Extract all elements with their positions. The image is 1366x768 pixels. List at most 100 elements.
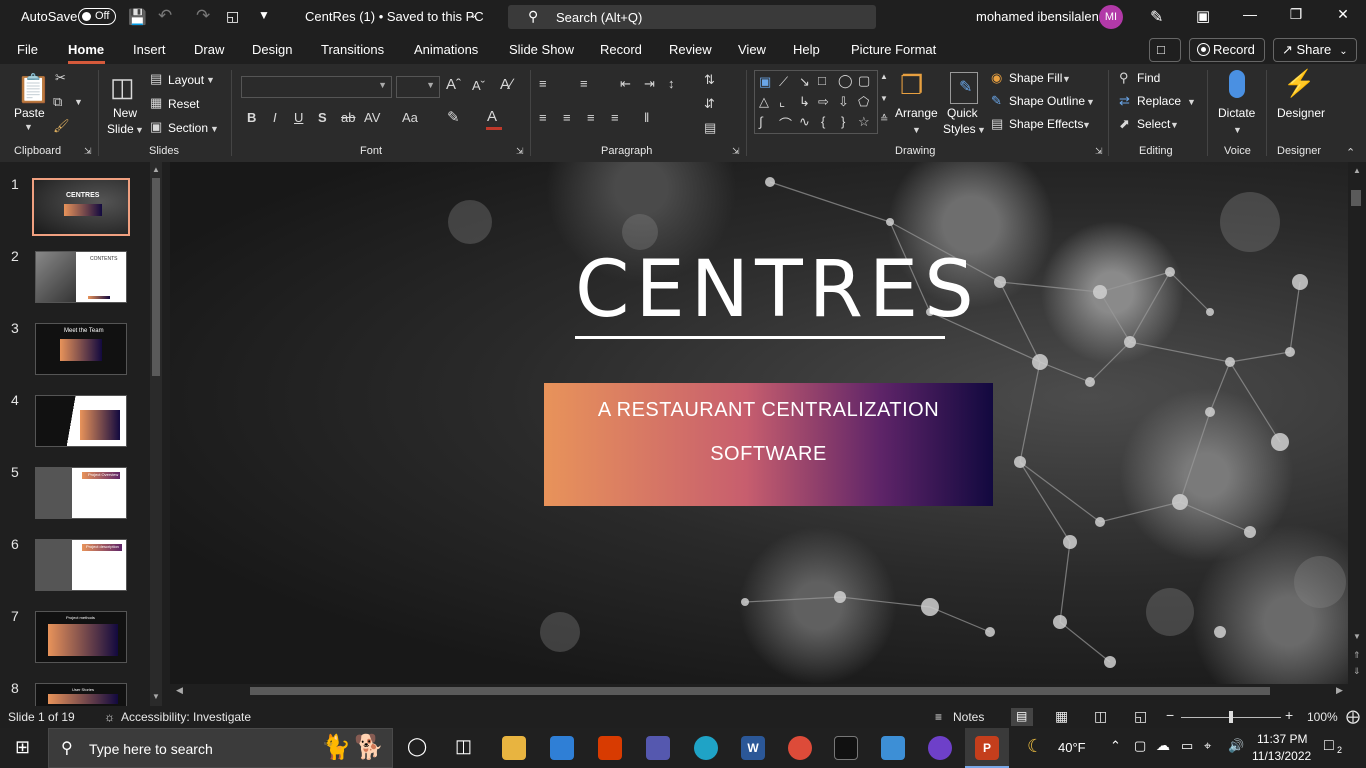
- shapes-gallery[interactable]: ▣ ⟋ ↘ □ ◯ ▢ △ ⌞ ↳ ⇨ ⇩ ⬠ ∫ ⌒ ∿ { } ☆: [754, 70, 878, 134]
- character-spacing-button[interactable]: AV: [364, 110, 380, 125]
- slide-title[interactable]: CENTRES: [575, 244, 974, 336]
- volume-icon[interactable]: 🔊: [1228, 738, 1244, 754]
- restore-icon[interactable]: ❐: [1286, 6, 1306, 26]
- zoom-out-button[interactable]: −: [1166, 707, 1174, 723]
- text-direction-icon[interactable]: ⇅: [704, 72, 715, 88]
- microsoft-store-icon[interactable]: [550, 736, 574, 760]
- quick-styles-icon[interactable]: ✎: [950, 72, 978, 104]
- designer-icon[interactable]: ⚡: [1283, 68, 1315, 99]
- scroll-down-icon[interactable]: ▼: [152, 692, 160, 701]
- minimize-icon[interactable]: —: [1240, 6, 1260, 26]
- section-button[interactable]: Section: [168, 121, 208, 135]
- tab-transitions[interactable]: Transitions: [321, 42, 384, 57]
- tab-slide-show[interactable]: Slide Show: [509, 42, 574, 57]
- pentagon-shape-icon[interactable]: ⬠: [858, 94, 869, 110]
- shape-fill-chevron-icon[interactable]: ▼: [1062, 74, 1071, 84]
- underline-button[interactable]: U: [294, 110, 303, 125]
- meet-now-icon[interactable]: ▢: [1134, 738, 1146, 754]
- down-arrow-shape-icon[interactable]: ⇩: [838, 94, 849, 110]
- decrease-indent-icon[interactable]: ⇤: [620, 76, 631, 92]
- new-slide-button[interactable]: New: [113, 106, 137, 120]
- replace-chevron-icon[interactable]: ▼: [1187, 97, 1196, 107]
- task-view-icon[interactable]: ◫: [455, 736, 472, 757]
- arrange-button[interactable]: Arrange: [895, 106, 938, 120]
- zoom-slider-thumb[interactable]: [1229, 711, 1233, 723]
- clear-formatting-icon[interactable]: A∕: [500, 76, 513, 93]
- pen-icon[interactable]: ✎: [1150, 7, 1163, 27]
- italic-button[interactable]: I: [273, 110, 277, 125]
- slide-thumbnail[interactable]: CENTRES: [32, 178, 130, 236]
- drawing-launcher-icon[interactable]: ⇲: [1095, 146, 1103, 157]
- slide-thumbnail[interactable]: CONTENTS: [35, 251, 127, 303]
- edge-icon[interactable]: [694, 736, 718, 760]
- rectangle-shape-icon[interactable]: □: [818, 73, 826, 88]
- taskbar-search-input[interactable]: ⚲ Type here to search 🐈 🐕: [48, 728, 393, 768]
- terminal-icon[interactable]: [834, 736, 858, 760]
- designer-button[interactable]: Designer: [1277, 106, 1325, 120]
- zoom-in-button[interactable]: +: [1285, 707, 1293, 723]
- chrome-icon[interactable]: [788, 736, 812, 760]
- customize-qat-icon[interactable]: ▼: [258, 8, 270, 22]
- scroll-down-icon[interactable]: ▼: [1353, 632, 1361, 641]
- replace-button[interactable]: Replace: [1137, 94, 1181, 108]
- reading-view-icon[interactable]: ◫: [1094, 708, 1107, 725]
- scroll-right-icon[interactable]: ▶: [1336, 685, 1343, 696]
- change-case-button[interactable]: Aa: [402, 110, 418, 125]
- shape-effects-button[interactable]: Shape Effects: [1009, 117, 1084, 131]
- gallery-up-icon[interactable]: ▲: [880, 72, 888, 81]
- clipboard-launcher-icon[interactable]: ⇲: [84, 146, 92, 157]
- zoom-level[interactable]: 100%: [1307, 710, 1338, 724]
- battery-icon[interactable]: ▭: [1181, 738, 1193, 754]
- slide-sorter-icon[interactable]: ▦: [1055, 708, 1068, 725]
- tab-file[interactable]: File: [17, 42, 38, 57]
- save-icon[interactable]: 💾: [128, 8, 147, 26]
- rounded-rectangle-shape-icon[interactable]: ▢: [858, 73, 870, 89]
- tab-home[interactable]: Home: [68, 42, 104, 57]
- arc-shape-icon[interactable]: ⌒: [779, 114, 792, 133]
- section-chevron-icon[interactable]: ▼: [210, 124, 219, 134]
- gallery-more-icon[interactable]: ≙: [880, 114, 888, 125]
- numbering-icon[interactable]: ≡: [580, 76, 588, 91]
- star-shape-icon[interactable]: ☆: [858, 114, 870, 130]
- font-launcher-icon[interactable]: ⇲: [516, 146, 524, 157]
- file-explorer-icon[interactable]: [502, 736, 526, 760]
- font-size-select[interactable]: ▼: [396, 76, 440, 98]
- cortana-icon[interactable]: ◯: [407, 736, 427, 757]
- gallery-down-icon[interactable]: ▼: [880, 94, 888, 103]
- search-input[interactable]: ⚲ Search (Alt+Q): [508, 5, 876, 29]
- tab-record[interactable]: Record: [600, 42, 642, 57]
- tab-picture-format[interactable]: Picture Format: [851, 42, 936, 57]
- weather-temp[interactable]: 40°F: [1058, 740, 1086, 755]
- select-chevron-icon[interactable]: ▼: [1170, 120, 1179, 130]
- collapse-ribbon-icon[interactable]: ⌃: [1346, 146, 1355, 159]
- freeform-shape-icon[interactable]: ∫: [759, 114, 763, 129]
- tab-animations[interactable]: Animations: [414, 42, 478, 57]
- moon-icon[interactable]: ☾: [1027, 736, 1043, 757]
- scroll-up-icon[interactable]: ▲: [152, 165, 160, 174]
- highlight-icon[interactable]: ✎: [447, 108, 460, 126]
- redo-icon[interactable]: ↷: [196, 6, 210, 26]
- line-spacing-icon[interactable]: ↕: [668, 76, 675, 91]
- format-painter-icon[interactable]: 🖌: [53, 118, 70, 134]
- select-button[interactable]: Select: [1137, 117, 1170, 131]
- windows-start-icon[interactable]: ⊞: [15, 737, 30, 758]
- cut-icon[interactable]: ✂: [55, 70, 66, 86]
- increase-indent-icon[interactable]: ⇥: [644, 76, 655, 92]
- line-shape-icon[interactable]: ⟋: [779, 74, 788, 90]
- dictate-button[interactable]: Dictate: [1218, 106, 1255, 120]
- network-icon[interactable]: ⌖: [1204, 738, 1211, 754]
- tab-review[interactable]: Review: [669, 42, 712, 57]
- clock-date[interactable]: 11/13/2022: [1252, 749, 1311, 763]
- teams-icon[interactable]: [646, 736, 670, 760]
- accessibility-status[interactable]: Accessibility: Investigate: [121, 710, 251, 724]
- photos-icon[interactable]: [881, 736, 905, 760]
- left-brace-shape-icon[interactable]: {: [821, 114, 825, 129]
- align-center-icon[interactable]: ≡: [563, 110, 571, 125]
- ribbon-display-icon[interactable]: ▣: [1196, 7, 1210, 25]
- subtitle-box[interactable]: A RESTAURANT CENTRALIZATION SOFTWARE: [544, 383, 993, 506]
- shadow-button[interactable]: S: [318, 110, 327, 125]
- reset-icon[interactable]: ▦: [150, 95, 162, 111]
- tab-view[interactable]: View: [738, 42, 766, 57]
- slide-horizontal-scrollbar[interactable]: ◀ ▶: [170, 684, 1348, 698]
- slide-vertical-scrollbar[interactable]: ▲ ▼ ⇑ ⇓: [1348, 162, 1366, 684]
